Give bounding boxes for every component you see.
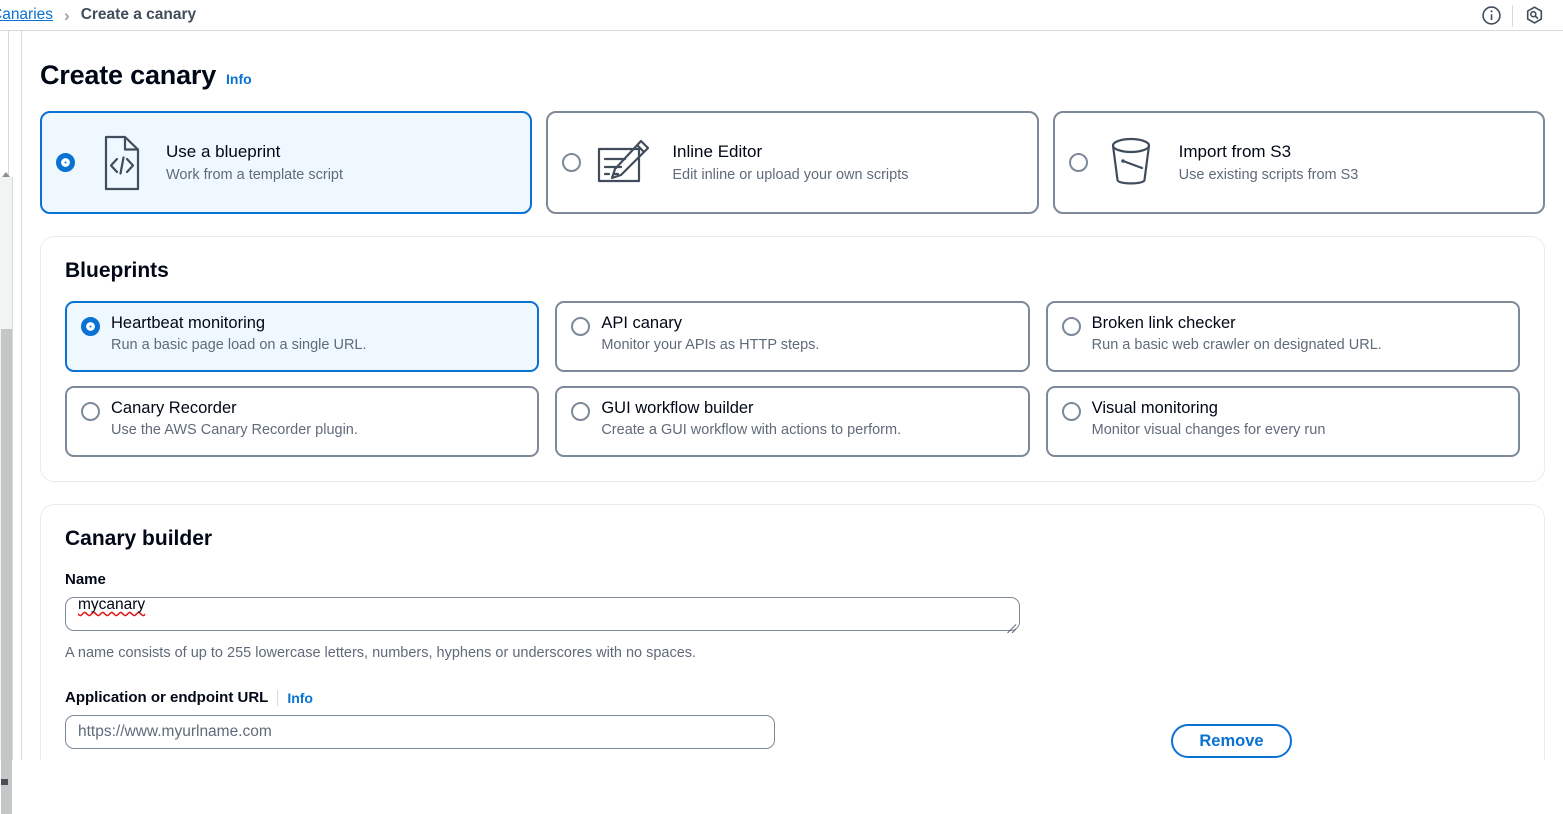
remove-button[interactable]: Remove	[1171, 724, 1292, 758]
source-tile-subtitle: Work from a template script	[166, 167, 344, 183]
blueprint-subtitle: Run a basic page load on a single URL.	[111, 337, 367, 353]
main-content: Create canary Info Use a blueprint Work …	[22, 32, 1563, 760]
vertical-scrollbar-track[interactable]	[0, 177, 13, 814]
blueprint-card-heartbeat-monitoring[interactable]: Heartbeat monitoring Run a basic page lo…	[65, 301, 540, 372]
vertical-scrollbar-thumb[interactable]	[1, 329, 12, 814]
source-tile-use-a-blueprint[interactable]: Use a blueprint Work from a template scr…	[40, 111, 533, 214]
page-title: Create canary	[40, 60, 217, 90]
source-tile-subtitle: Use existing scripts from S3	[1178, 167, 1359, 183]
radio-inline-editor[interactable]	[562, 153, 582, 172]
left-scroll-rail	[0, 31, 22, 814]
name-field-hint: A name consists of up to 255 lowercase l…	[65, 645, 697, 661]
blueprint-subtitle: Monitor visual changes for every run	[1091, 422, 1326, 438]
url-field-label: Application or endpoint URL Info	[65, 689, 1520, 706]
blueprints-section-title: Blueprints	[65, 259, 169, 282]
breadcrumb: Canaries › Create a canary	[0, 6, 196, 24]
radio-visual-monitoring[interactable]	[1061, 402, 1081, 421]
radio-broken-link-checker[interactable]	[1061, 317, 1081, 336]
blueprint-title: API canary	[601, 314, 683, 332]
url-label-text: Application or endpoint URL	[65, 689, 269, 706]
page-title-row: Create canary Info	[40, 32, 1545, 91]
blueprint-title: Canary Recorder	[111, 399, 237, 417]
page-info-link[interactable]: Info	[226, 71, 252, 87]
name-field-group: Name mycanary A name consists of up to 2…	[65, 571, 1520, 661]
radio-heartbeat-monitoring[interactable]	[81, 317, 100, 336]
source-tile-title: Use a blueprint	[166, 142, 281, 161]
blueprint-card-visual-monitoring[interactable]: Visual monitoring Monitor visual changes…	[1045, 386, 1520, 457]
radio-import-from-s3[interactable]	[1068, 153, 1088, 172]
blueprint-title: Heartbeat monitoring	[111, 314, 266, 332]
radio-use-a-blueprint[interactable]	[56, 153, 75, 172]
breadcrumb-link-canaries[interactable]: Canaries	[0, 6, 53, 24]
code-document-icon	[86, 132, 150, 194]
radio-api-canary[interactable]	[571, 317, 591, 336]
blueprints-section: Blueprints Heartbeat monitoring Run a ba…	[40, 236, 1545, 482]
url-label-divider	[277, 689, 279, 706]
blueprint-card-canary-recorder[interactable]: Canary Recorder Use the AWS Canary Recor…	[65, 386, 540, 457]
blueprint-title: Visual monitoring	[1091, 399, 1218, 417]
content-panel-left-border	[21, 31, 22, 760]
blueprint-subtitle: Run a basic web crawler on designated UR…	[1091, 337, 1382, 353]
breadcrumb-current-page: Create a canary	[80, 6, 197, 23]
url-input[interactable]	[65, 715, 775, 749]
blueprint-option-grid: Heartbeat monitoring Run a basic page lo…	[65, 301, 1520, 457]
url-info-link[interactable]: Info	[287, 690, 313, 706]
source-tile-inline-editor[interactable]: Inline Editor Edit inline or upload your…	[546, 111, 1039, 214]
source-tile-subtitle: Edit inline or upload your own scripts	[672, 167, 909, 183]
blueprint-card-broken-link-checker[interactable]: Broken link checker Run a basic web craw…	[1045, 301, 1520, 372]
source-tile-import-from-s3[interactable]: Import from S3 Use existing scripts from…	[1052, 111, 1545, 214]
pencil-edit-document-icon	[592, 132, 656, 194]
url-field-group: Application or endpoint URL Info Remove	[65, 689, 1520, 758]
tools-hexagon-icon[interactable]	[1513, 0, 1555, 31]
blueprint-card-api-canary[interactable]: API canary Monitor your APIs as HTTP ste…	[555, 301, 1030, 372]
top-breadcrumb-bar: Canaries › Create a canary	[0, 0, 1563, 31]
canary-builder-section: Canary builder Name mycanary A name cons…	[40, 504, 1545, 760]
s3-bucket-icon	[1099, 132, 1163, 194]
source-tile-title: Inline Editor	[672, 142, 763, 161]
canary-builder-section-title: Canary builder	[65, 527, 213, 550]
blueprint-title: GUI workflow builder	[601, 399, 754, 417]
radio-canary-recorder[interactable]	[81, 402, 100, 421]
blueprint-subtitle: Monitor your APIs as HTTP steps.	[601, 337, 820, 353]
info-circle-icon[interactable]	[1470, 0, 1512, 31]
blueprint-subtitle: Use the AWS Canary Recorder plugin.	[111, 422, 358, 438]
scroll-down-arrow-icon[interactable]	[1, 779, 8, 785]
scroll-up-arrow-icon[interactable]	[2, 172, 10, 177]
source-type-tile-group: Use a blueprint Work from a template scr…	[40, 111, 1545, 214]
topbar-icon-group	[1470, 0, 1555, 31]
radio-gui-workflow-builder[interactable]	[571, 402, 591, 421]
source-tile-title: Import from S3	[1178, 142, 1292, 161]
left-panel-upper-edge	[0, 31, 9, 177]
blueprint-title: Broken link checker	[1091, 314, 1236, 332]
breadcrumb-separator-icon: ›	[64, 5, 70, 25]
blueprint-card-gui-workflow-builder[interactable]: GUI workflow builder Create a GUI workfl…	[555, 386, 1030, 457]
blueprint-subtitle: Create a GUI workflow with actions to pe…	[601, 422, 902, 438]
name-input[interactable]	[65, 597, 1020, 631]
name-field-label: Name	[65, 571, 106, 588]
